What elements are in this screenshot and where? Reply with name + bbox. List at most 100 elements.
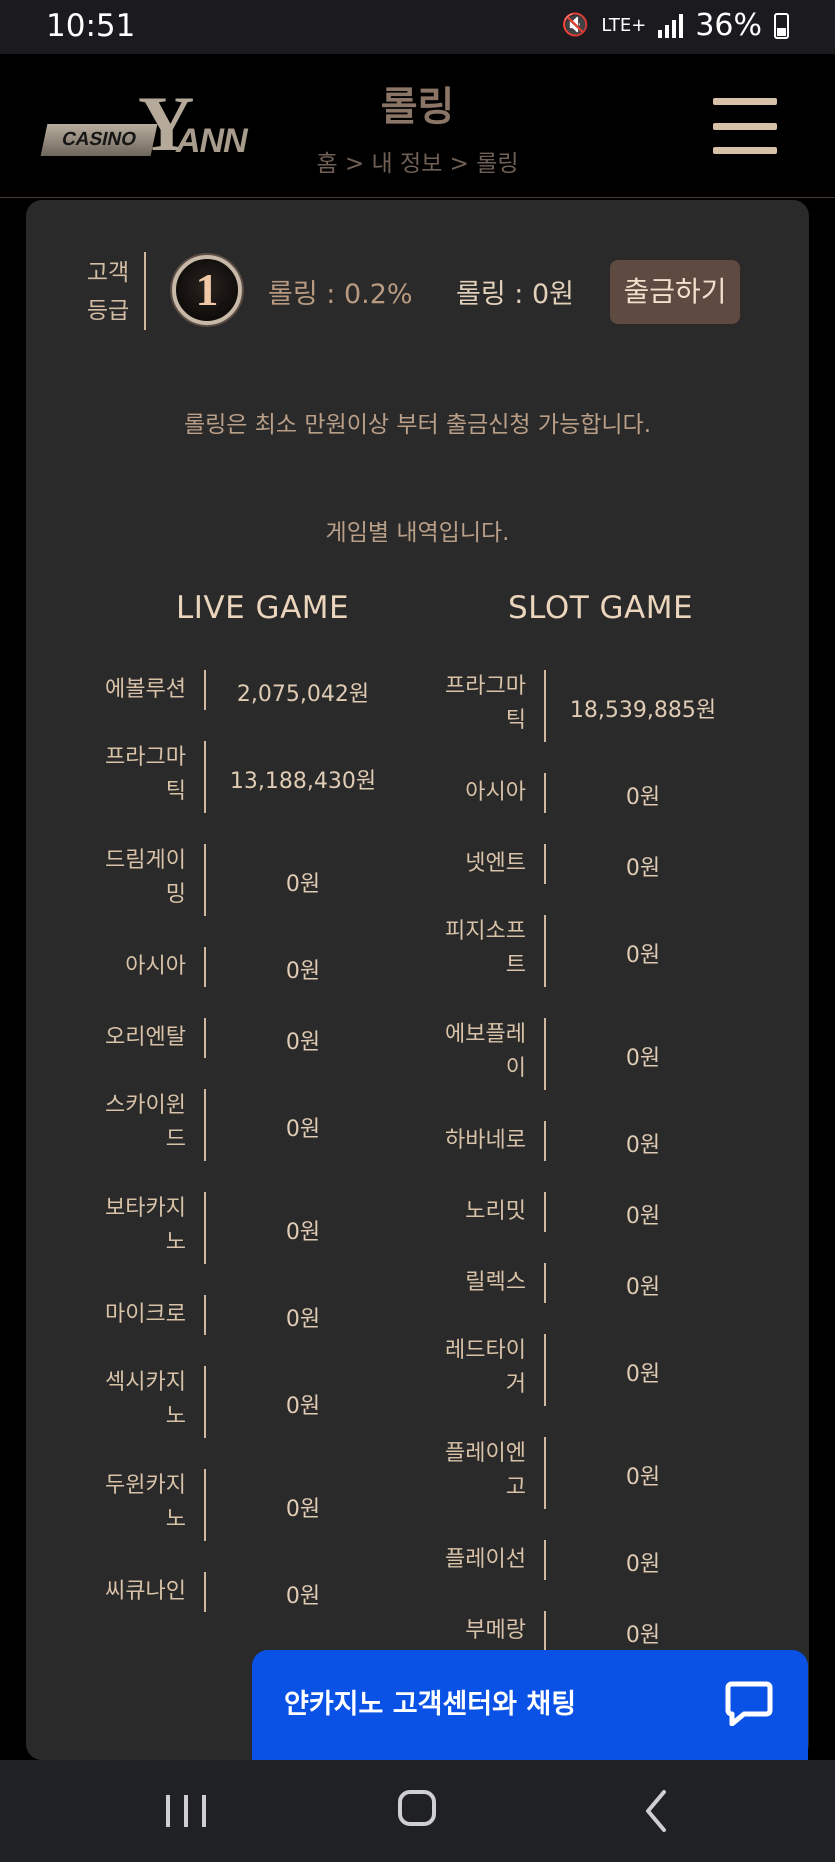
- game-name-line: 씨큐나인: [105, 1579, 186, 1604]
- game-value: 0원: [625, 1465, 661, 1490]
- game-name-line: 아시아: [125, 954, 186, 979]
- game-name: 노리밋: [406, 1195, 526, 1229]
- game-row: 아시아 0원: [406, 773, 746, 813]
- game-name-line: 릴렉스: [465, 1270, 526, 1295]
- game-value: 0원: [285, 1030, 321, 1055]
- header: CASINO Y ANN 롤링 홈 > 내 정보 > 롤링: [0, 54, 835, 198]
- game-value: 0원: [285, 872, 321, 897]
- game-separator: [204, 1089, 206, 1161]
- game-name: 부메랑: [406, 1614, 526, 1648]
- game-separator: [544, 1334, 546, 1406]
- game-name: 피지소프 트: [406, 915, 526, 983]
- game-name: 레드타이 거: [406, 1334, 526, 1402]
- game-name: 프라그마틱: [406, 670, 526, 738]
- status-icons: 🔇 LTE+ 36%: [562, 8, 789, 43]
- game-separator: [544, 1437, 546, 1509]
- game-row: 플레이선 0원: [406, 1540, 746, 1580]
- recents-button[interactable]: [166, 1786, 206, 1836]
- game-name: 릴렉스: [406, 1266, 526, 1300]
- chat-bubble-icon: [725, 1681, 773, 1726]
- game-name-line: 스카이윈: [105, 1093, 186, 1118]
- game-row: 넷엔트 0원: [406, 844, 746, 884]
- game-separator: [544, 1018, 546, 1090]
- game-name-line: 에볼루션: [105, 677, 186, 702]
- game-row: 씨큐나인 0원: [66, 1572, 406, 1612]
- history-title: 게임별 내역입니다.: [325, 520, 510, 546]
- status-bar: 10:51 🔇 LTE+ 36%: [0, 0, 835, 54]
- home-button[interactable]: [398, 1790, 436, 1826]
- game-row: 보타카지 노 0원: [66, 1192, 406, 1264]
- system-nav-bar: [0, 1760, 835, 1862]
- game-name-line: 틱: [165, 779, 186, 804]
- game-name: 스카이윈드: [66, 1089, 186, 1157]
- menu-line-icon: [713, 122, 777, 130]
- grade-label-line2: 등급: [86, 298, 130, 324]
- game-name: 넷엔트: [406, 847, 526, 881]
- game-name: 아시아: [66, 950, 186, 984]
- game-name-line: 밍: [165, 882, 186, 907]
- game-value: 0원: [285, 959, 321, 984]
- network-type: LTE+: [601, 15, 647, 36]
- game-name-line: 프라그마: [105, 745, 186, 770]
- rolling-rate: 롤링 : 0.2%: [268, 279, 413, 310]
- live-game-title: LIVE GAME: [176, 590, 350, 626]
- game-name: 보타카지노: [66, 1192, 186, 1260]
- rolling-card: 고객 등급 1 롤링 : 0.2% 롤링 : 0원 출금하기 롤링은 최소 만원…: [26, 200, 809, 1760]
- game-name-line: 노: [165, 1230, 186, 1255]
- game-name-line: 거: [505, 1372, 526, 1397]
- signal-icon: [658, 13, 684, 38]
- game-name: 마이크로: [66, 1298, 186, 1332]
- game-row: 릴렉스 0원: [406, 1263, 746, 1303]
- game-value: 0원: [625, 1623, 661, 1648]
- game-value: 0원: [625, 1204, 661, 1229]
- game-name-line: 노: [165, 1404, 186, 1429]
- game-name-line: 하바네로: [445, 1128, 526, 1153]
- game-name-line: 보타카지: [105, 1196, 186, 1221]
- game-row: 아시아 0원: [66, 947, 406, 987]
- game-name-line: 노리밋: [465, 1199, 526, 1224]
- game-separator: [544, 1611, 546, 1651]
- game-separator: [544, 1121, 546, 1161]
- game-separator: [204, 1018, 206, 1058]
- game-name: 오리엔탈: [66, 1021, 186, 1055]
- game-separator: [204, 947, 206, 987]
- game-value: 18,539,885원: [569, 698, 717, 723]
- game-row: 프라그마 틱 13,188,430원: [66, 741, 406, 813]
- game-name-line: 피지소프: [445, 919, 526, 944]
- game-separator: [204, 741, 206, 813]
- recents-line-icon: [184, 1795, 188, 1827]
- mute-icon: 🔇: [561, 13, 590, 38]
- game-name-line: 오리엔탈: [105, 1025, 186, 1050]
- game-row: 에볼루션 2,075,042원: [66, 670, 406, 710]
- withdraw-button[interactable]: 출금하기: [610, 260, 740, 324]
- game-separator: [204, 1366, 206, 1438]
- game-name: 플레이엔 고: [406, 1437, 526, 1505]
- game-separator: [204, 1572, 206, 1612]
- game-separator: [544, 773, 546, 813]
- game-name-line: 프라그마: [445, 674, 526, 699]
- game-name-line: 틱: [505, 708, 526, 733]
- grade-label-line1: 고객: [86, 260, 130, 286]
- game-value: 0원: [625, 856, 661, 881]
- game-row: 노리밋 0원: [406, 1192, 746, 1232]
- game-name: 두윈카지 노: [66, 1469, 186, 1537]
- battery-icon: [774, 12, 789, 39]
- menu-line-icon: [713, 147, 777, 154]
- game-value: 0원: [625, 943, 661, 968]
- hamburger-menu-button[interactable]: [713, 98, 777, 154]
- game-separator: [544, 1192, 546, 1232]
- game-separator: [204, 1192, 206, 1264]
- customer-chat-button[interactable]: 얀카지노 고객센터와 채팅: [252, 1650, 808, 1760]
- back-button[interactable]: [640, 1786, 670, 1836]
- game-row: 하바네로 0원: [406, 1121, 746, 1161]
- game-name-line: 아시아: [465, 780, 526, 805]
- game-name-line: 드: [165, 1127, 186, 1152]
- game-value: 0원: [285, 1584, 321, 1609]
- game-value: 2,075,042원: [236, 682, 370, 707]
- game-row: 부메랑 0원: [406, 1611, 746, 1651]
- grade-row: 고객 등급 1 롤링 : 0.2% 롤링 : 0원 출금하기: [26, 252, 809, 332]
- recents-line-icon: [202, 1795, 206, 1827]
- game-value: 0원: [625, 1362, 661, 1387]
- game-value: 0원: [625, 1275, 661, 1300]
- game-separator: [544, 670, 546, 742]
